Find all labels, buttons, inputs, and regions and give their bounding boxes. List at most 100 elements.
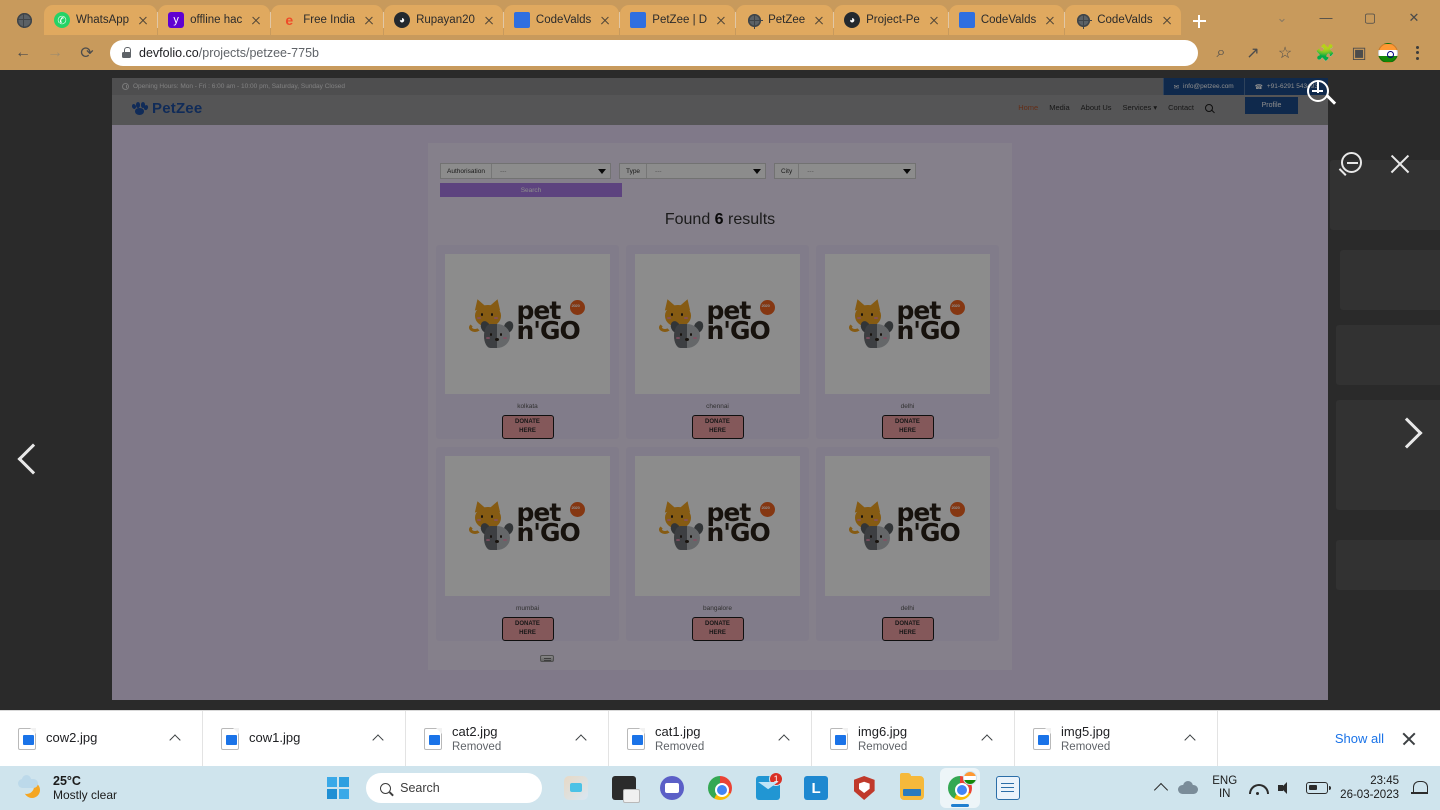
- donate-button[interactable]: DONATE HERE: [501, 617, 554, 641]
- download-menu-chevron-icon[interactable]: [1177, 726, 1203, 752]
- filter-type[interactable]: Type ---: [618, 163, 767, 179]
- result-card[interactable]: pet n'GO 2020 chennai DONATE HERE: [626, 245, 809, 439]
- browser-tab[interactable]: ◕ Rupayan20: [383, 5, 503, 35]
- lightbox-close-button[interactable]: [1388, 152, 1412, 176]
- panel-resize-handle[interactable]: [540, 655, 554, 662]
- download-item[interactable]: cow2.jpg: [0, 710, 203, 767]
- lightbox-image[interactable]: Opening Hours: Mon - Fri : 6:00 am - 10:…: [112, 78, 1328, 700]
- search-icon[interactable]: [1205, 103, 1213, 112]
- filter-select[interactable]: ---: [799, 164, 915, 178]
- onedrive-cloud-icon[interactable]: [1178, 780, 1200, 796]
- browser-tab-active[interactable]: PetZee: [735, 5, 834, 35]
- zoom-icon[interactable]: ⌕: [1206, 40, 1236, 66]
- show-hidden-icons-chevron-icon[interactable]: [1154, 782, 1169, 798]
- browser-tab[interactable]: CodeValds: [947, 5, 1065, 35]
- download-item[interactable]: cat2.jpg Removed: [406, 710, 609, 767]
- tab-search-button[interactable]: [4, 5, 44, 35]
- download-item[interactable]: cow1.jpg: [203, 710, 406, 767]
- clock[interactable]: 23:45 26-03-2023: [1340, 774, 1399, 802]
- donate-button[interactable]: DONATE HERE: [881, 617, 934, 641]
- filter-city[interactable]: City ---: [774, 163, 917, 179]
- result-card[interactable]: pet n'GO 2020 delhi DONATE HERE: [816, 245, 999, 439]
- download-menu-chevron-icon[interactable]: [162, 726, 188, 752]
- address-bar[interactable]: devfolio.co/projects/petzee-775b: [110, 39, 1198, 66]
- tab-close-icon[interactable]: [1042, 12, 1058, 28]
- weather-widget[interactable]: 25°C Mostly clear: [0, 774, 190, 802]
- taskbar-app-teams[interactable]: [652, 768, 692, 808]
- donate-button[interactable]: DONATE HERE: [691, 415, 744, 439]
- close-window-button[interactable]: ✕: [1392, 1, 1436, 34]
- bookmark-star-icon[interactable]: ☆: [1270, 40, 1300, 66]
- start-button[interactable]: [318, 768, 358, 808]
- tab-close-icon[interactable]: [361, 12, 377, 28]
- side-panel-icon[interactable]: ▣: [1344, 40, 1374, 66]
- menu-kebab-icon[interactable]: [1402, 40, 1432, 66]
- result-card[interactable]: pet n'GO 2020 kolkata DONATE HERE: [436, 245, 619, 439]
- browser-tab[interactable]: y offline hac: [157, 5, 271, 35]
- donate-button[interactable]: DONATE HERE: [691, 617, 744, 641]
- wifi-icon[interactable]: [1249, 782, 1270, 795]
- taskbar-app-learn[interactable]: L: [796, 768, 836, 808]
- tab-close-icon[interactable]: [248, 12, 264, 28]
- tab-close-icon[interactable]: [481, 12, 497, 28]
- profile-button[interactable]: Profile: [1245, 97, 1298, 114]
- taskbar-app-security[interactable]: [844, 768, 884, 808]
- battery-icon[interactable]: [1306, 782, 1332, 794]
- tab-list-chevron-icon[interactable]: ⌄: [1260, 1, 1304, 34]
- tab-close-icon[interactable]: [135, 12, 151, 28]
- show-all-downloads-link[interactable]: Show all: [1335, 731, 1384, 746]
- download-menu-chevron-icon[interactable]: [568, 726, 594, 752]
- maximize-button[interactable]: ▢: [1348, 1, 1392, 34]
- profile-avatar[interactable]: [1378, 42, 1398, 63]
- result-card[interactable]: pet n'GO 2020 delhi DONATE HERE: [816, 447, 999, 641]
- forward-button[interactable]: →: [40, 40, 70, 66]
- tab-close-icon[interactable]: [597, 12, 613, 28]
- extensions-puzzle-icon[interactable]: 🧩: [1310, 40, 1340, 66]
- nav-link-services[interactable]: Services ▾: [1123, 103, 1158, 112]
- taskbar-app-file-explorer[interactable]: [892, 768, 932, 808]
- download-item[interactable]: img5.jpg Removed: [1015, 710, 1218, 767]
- filter-select[interactable]: ---: [492, 164, 610, 178]
- browser-tab[interactable]: e Free India: [270, 5, 384, 35]
- browser-tab[interactable]: ✆ WhatsApp: [44, 5, 158, 35]
- result-card[interactable]: pet n'GO 2020 bangalore DONATE HERE: [626, 447, 809, 641]
- taskbar-app-chrome[interactable]: [700, 768, 740, 808]
- nav-link-contact[interactable]: Contact: [1168, 103, 1194, 112]
- contact-email[interactable]: ✉ info@petzee.com: [1162, 78, 1244, 95]
- zoom-out-icon[interactable]: [1341, 152, 1362, 173]
- download-menu-chevron-icon[interactable]: [771, 726, 797, 752]
- browser-tab[interactable]: CodeValds: [502, 5, 620, 35]
- tab-close-icon[interactable]: [926, 12, 942, 28]
- notifications-bell-icon[interactable]: [1411, 779, 1428, 797]
- share-icon[interactable]: ↗: [1238, 40, 1268, 66]
- search-button[interactable]: Search: [440, 183, 622, 197]
- browser-tab[interactable]: CodeValds: [1064, 5, 1181, 35]
- site-logo[interactable]: PetZee: [131, 100, 202, 117]
- donate-button[interactable]: DONATE HERE: [501, 415, 554, 439]
- download-item[interactable]: img6.jpg Removed: [812, 710, 1015, 767]
- new-tab-button[interactable]: [1185, 7, 1213, 35]
- filter-select[interactable]: ---: [647, 164, 765, 178]
- tab-close-icon[interactable]: [713, 12, 729, 28]
- back-button[interactable]: ←: [8, 40, 38, 66]
- donate-button[interactable]: DONATE HERE: [881, 415, 934, 439]
- language-indicator[interactable]: ENG IN: [1212, 775, 1237, 801]
- download-item[interactable]: cat1.jpg Removed: [609, 710, 812, 767]
- taskbar-app-notepad[interactable]: [988, 768, 1028, 808]
- tab-close-icon[interactable]: [811, 12, 827, 28]
- nav-link-about-us[interactable]: About Us: [1081, 103, 1112, 112]
- taskbar-app-mail[interactable]: 1: [748, 768, 788, 808]
- download-menu-chevron-icon[interactable]: [974, 726, 1000, 752]
- reload-button[interactable]: ⟳: [72, 40, 102, 66]
- nav-link-home[interactable]: Home: [1018, 103, 1038, 112]
- tab-close-icon[interactable]: [1159, 12, 1175, 28]
- close-shelf-button[interactable]: [1398, 728, 1420, 750]
- browser-tab[interactable]: PetZee | D: [619, 5, 736, 35]
- taskbar-app-task-view[interactable]: [604, 768, 644, 808]
- filter-authorisation[interactable]: Authorisation ---: [440, 163, 611, 179]
- download-menu-chevron-icon[interactable]: [365, 726, 391, 752]
- volume-icon[interactable]: [1278, 781, 1294, 795]
- taskbar-app-widgets[interactable]: [556, 768, 596, 808]
- taskbar-search[interactable]: Search: [366, 773, 543, 803]
- minimize-button[interactable]: —: [1304, 1, 1348, 34]
